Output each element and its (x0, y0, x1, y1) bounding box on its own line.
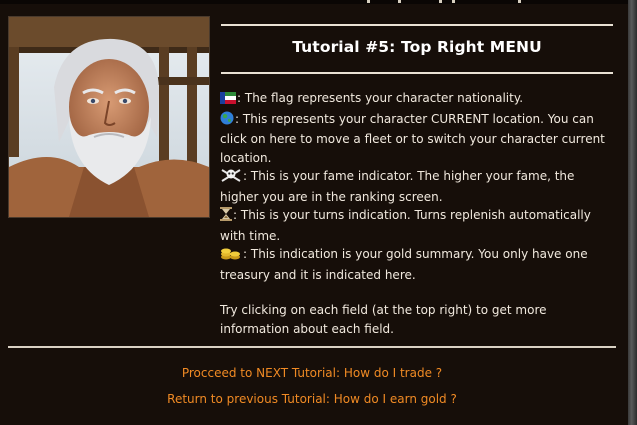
tutorial-item-text: : The flag represents your character nat… (237, 91, 524, 105)
title-rule-top (221, 24, 613, 26)
top-strip-mark (439, 0, 442, 3)
tutorial-item-text: : This indication is your gold summary. … (220, 247, 588, 282)
character-portrait (8, 16, 210, 218)
tutorial-item-turns: : This is your turns indication. Turns r… (220, 206, 614, 245)
window-frame-edge (628, 0, 637, 425)
hourglass-icon (220, 207, 232, 227)
page-title: Tutorial #5: Top Right MENU (292, 38, 542, 56)
next-tutorial-link[interactable]: Procceed to NEXT Tutorial: How do I trad… (8, 366, 616, 380)
top-strip-mark (367, 0, 370, 3)
tutorial-item-gold: : This indication is your gold summary. … (220, 245, 614, 284)
top-strip-mark (518, 0, 521, 3)
tutorial-item-text: : This is your fame indicator. The highe… (220, 169, 575, 204)
title-rule-bottom (221, 72, 613, 74)
previous-tutorial-link[interactable]: Return to previous Tutorial: How do I ea… (8, 392, 616, 406)
gold-coins-icon (220, 246, 242, 266)
tutorial-item-text: : This is your turns indication. Turns r… (220, 208, 591, 243)
skull-crossbones-icon (220, 168, 242, 188)
tutorial-closing-text: Try clicking on each field (at the top r… (220, 303, 547, 336)
top-strip-mark (398, 0, 401, 3)
top-strip (0, 0, 628, 4)
tutorial-item-flag: : The flag represents your character nat… (220, 89, 614, 110)
section-divider (8, 346, 616, 348)
tutorial-item-text: : This represents your character CURRENT… (220, 111, 605, 165)
tutorial-content: : The flag represents your character nat… (220, 89, 614, 338)
flag-icon (220, 91, 236, 110)
top-strip-mark (452, 0, 455, 3)
globe-icon (220, 111, 234, 131)
tutorial-item-location: : This represents your character CURRENT… (220, 110, 614, 168)
tutorial-item-fame: : This is your fame indicator. The highe… (220, 167, 614, 206)
